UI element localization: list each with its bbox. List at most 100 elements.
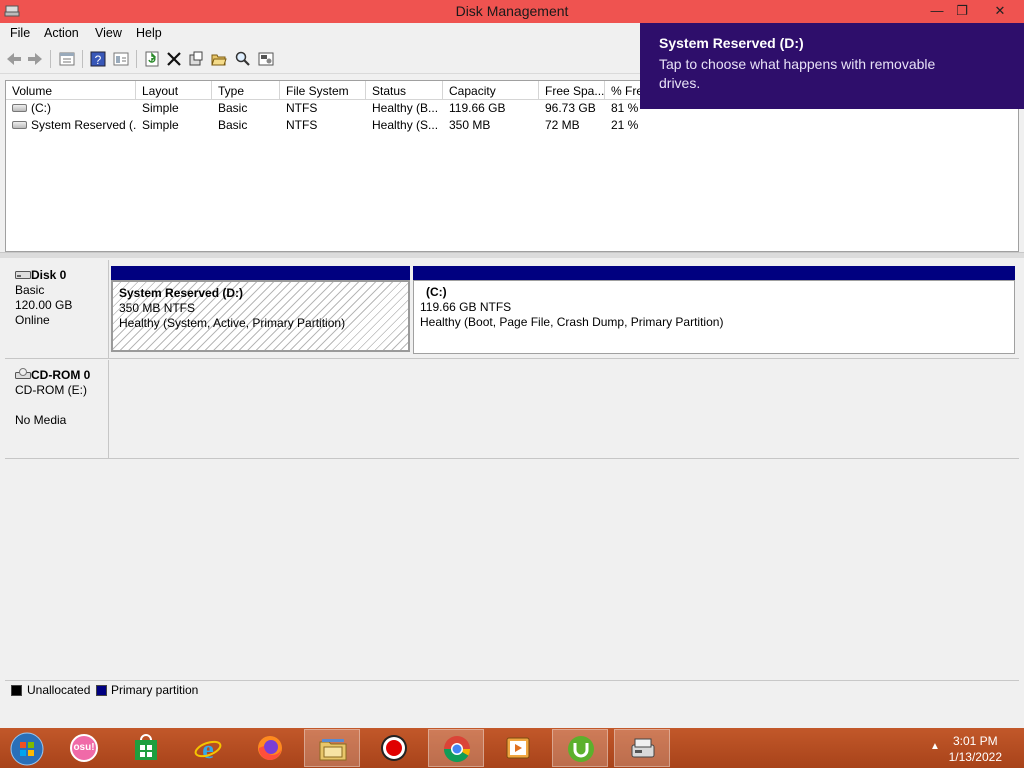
- partition-system-reserved[interactable]: System Reserved (D:) 350 MB NTFS Healthy…: [111, 280, 410, 352]
- cell-volume: System Reserved (...: [6, 118, 136, 135]
- internet-explorer-icon: e: [194, 735, 222, 762]
- partition-size: 350 MB NTFS: [119, 301, 196, 315]
- cell-layout: Simple: [142, 101, 179, 115]
- disk-0-status: Online: [15, 313, 50, 327]
- disk-props-icon[interactable]: [257, 50, 275, 68]
- cell-file-system: NTFS: [286, 118, 318, 132]
- column-header-capacity[interactable]: Capacity: [443, 81, 539, 100]
- cell-volume: (C:): [6, 101, 136, 118]
- partition-size: 119.66 GB NTFS: [420, 300, 512, 314]
- cell-volume-text: System Reserved (...: [31, 118, 136, 132]
- disk-0-title: Disk 0: [15, 268, 108, 283]
- firefox-icon: [258, 736, 282, 761]
- system-clock[interactable]: 3:01 PM 1/13/2022: [949, 733, 1002, 765]
- taskbar-osu[interactable]: osu!: [56, 729, 112, 767]
- forward-icon[interactable]: [26, 50, 44, 68]
- toast-title: System Reserved (D:): [659, 35, 804, 51]
- cell-file-system: NTFS: [286, 101, 318, 115]
- cell-free-space: 96.73 GB: [545, 101, 596, 115]
- menu-help[interactable]: Help: [136, 26, 162, 40]
- media-player-icon: [506, 737, 530, 759]
- svg-text:e: e: [202, 735, 214, 762]
- cell-volume-text: (C:): [31, 101, 51, 115]
- menu-action[interactable]: Action: [44, 26, 79, 40]
- taskbar-file-explorer[interactable]: [304, 729, 360, 767]
- menu-file[interactable]: File: [10, 26, 30, 40]
- menu-view[interactable]: View: [95, 26, 122, 40]
- drive-icon: [12, 121, 27, 129]
- legend-swatch-primary: [96, 685, 107, 696]
- column-header-status[interactable]: Status: [366, 81, 443, 100]
- utorrent-icon: [568, 736, 594, 762]
- cell-layout: Simple: [142, 118, 179, 132]
- taskbar-disk-management[interactable]: [614, 729, 670, 767]
- disk-0-type: Basic: [15, 283, 45, 297]
- open-folder-icon[interactable]: [210, 50, 228, 68]
- svg-text:?: ?: [95, 53, 102, 67]
- cdrom-0-label[interactable]: CD-ROM 0 CD-ROM (E:) No Media: [5, 360, 109, 458]
- properties-icon[interactable]: [112, 50, 130, 68]
- cell-type: Basic: [218, 118, 248, 132]
- column-header-volume[interactable]: Volume: [6, 81, 136, 100]
- cdrom-0-title: CD-ROM 0: [15, 368, 108, 383]
- toast-message: Tap to choose what happens with removabl…: [659, 56, 936, 91]
- obs-icon: [381, 735, 407, 761]
- disk-0-size: 120.00 GB: [15, 298, 73, 312]
- partition-c[interactable]: (C:) 119.66 GB NTFS Healthy (Boot, Page …: [413, 280, 1015, 354]
- clock-date: 1/13/2022: [948, 750, 1002, 764]
- back-icon[interactable]: [5, 50, 23, 68]
- cell-status: Healthy (S...: [372, 118, 439, 132]
- disk-0-label[interactable]: Disk 0 Basic 120.00 GB Online: [5, 260, 109, 358]
- up-pane-icon[interactable]: [58, 50, 76, 68]
- taskbar-utorrent[interactable]: [552, 729, 608, 767]
- cell-percent-free: 21 %: [611, 118, 639, 132]
- legend-swatch-unallocated: [11, 685, 22, 696]
- disk-row-divider: [5, 458, 1019, 459]
- chrome-icon: [443, 736, 471, 763]
- cd-drive-icon: [15, 368, 31, 379]
- cdrom-0-media: No Media: [15, 413, 67, 427]
- disk-row-divider: [5, 358, 1019, 359]
- file-explorer-icon: [319, 739, 347, 761]
- taskbar-obs[interactable]: [366, 729, 422, 767]
- drive-icon: [12, 104, 27, 112]
- help-icon[interactable]: ?: [89, 50, 107, 68]
- partition-header-c: [413, 266, 1015, 280]
- minimize-button[interactable]: —: [923, 1, 951, 21]
- column-header-type[interactable]: Type: [212, 81, 280, 100]
- refresh-icon[interactable]: [143, 50, 161, 68]
- taskbar-chrome[interactable]: [428, 729, 484, 767]
- cell-status: Healthy (B...: [372, 101, 439, 115]
- removable-drive-toast[interactable]: System Reserved (D:) Tap to choose what …: [640, 23, 1024, 109]
- cell-capacity: 350 MB: [449, 118, 491, 132]
- title-bar[interactable]: Disk Management — ❐ ✕: [0, 0, 1024, 23]
- partition-title: (C:): [426, 285, 447, 299]
- taskbar-internet-explorer[interactable]: e: [180, 729, 236, 767]
- taskbar-media-player[interactable]: [490, 729, 546, 767]
- search-icon[interactable]: [234, 50, 252, 68]
- taskbar-firefox[interactable]: [242, 729, 298, 767]
- disk-management-icon: [631, 738, 655, 758]
- cell-free-space: 72 MB: [545, 118, 580, 132]
- legend-bar: Unallocated Primary partition: [5, 680, 1019, 698]
- cdrom-0-type: CD-ROM (E:): [15, 383, 87, 397]
- restore-button[interactable]: ❐: [948, 1, 976, 21]
- cell-capacity: 119.66 GB: [449, 101, 506, 115]
- hard-disk-icon: [15, 271, 31, 279]
- taskbar: osu! e ▲ 3:01 PM 1/13/2022: [0, 728, 1024, 768]
- taskbar-store[interactable]: [118, 729, 174, 767]
- partition-header-system-reserved: [111, 266, 410, 280]
- column-header-file-system[interactable]: File System: [280, 81, 366, 100]
- delete-icon[interactable]: [165, 50, 183, 68]
- legend-label-unallocated: Unallocated: [27, 683, 91, 697]
- settings-icon[interactable]: [187, 50, 205, 68]
- column-header-free-space[interactable]: Free Spa...: [539, 81, 605, 100]
- start-orb-icon: [10, 732, 44, 766]
- disk-management-window: Disk Management — ❐ ✕ File Action View H…: [0, 0, 1024, 728]
- column-header-layout[interactable]: Layout: [136, 81, 212, 100]
- start-button[interactable]: [0, 729, 56, 767]
- close-button[interactable]: ✕: [986, 1, 1014, 21]
- legend-label-primary: Primary partition: [111, 683, 199, 697]
- show-hidden-icons-button[interactable]: ▲: [930, 741, 940, 752]
